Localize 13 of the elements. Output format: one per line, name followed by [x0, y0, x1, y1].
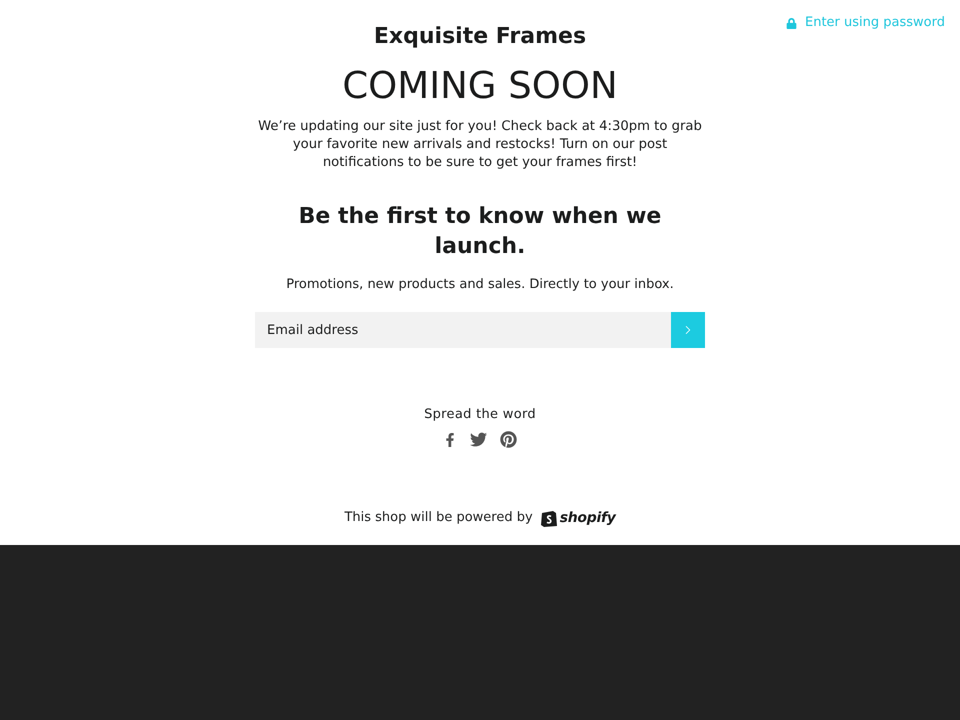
shopify-wordmark[interactable]: shopify [560, 508, 616, 526]
coming-soon-headline: COMING SOON [342, 63, 618, 109]
share-label: Spread the word [424, 406, 536, 424]
pinterest-icon[interactable] [500, 431, 517, 448]
announcement-text: We’re updating our site just for you! Check back at 4:30pm to grab your favorite new arrivals and restocks! Turn on our post notifications to be sure to get your frames first! [257, 118, 703, 172]
signup-heading: Be the first to know when we launch. [298, 203, 662, 261]
shopping-bag-icon [540, 508, 558, 527]
twitter-icon[interactable] [470, 431, 487, 448]
email-input-field[interactable]: Email address [255, 312, 671, 348]
signup-subheading: Promotions, new products and sales. Directly to your inbox. [286, 276, 674, 294]
store-name: Exquisite Frames [374, 24, 586, 50]
powered-by-text: This shop will be powered by [344, 508, 533, 526]
lock-icon [786, 18, 797, 28]
